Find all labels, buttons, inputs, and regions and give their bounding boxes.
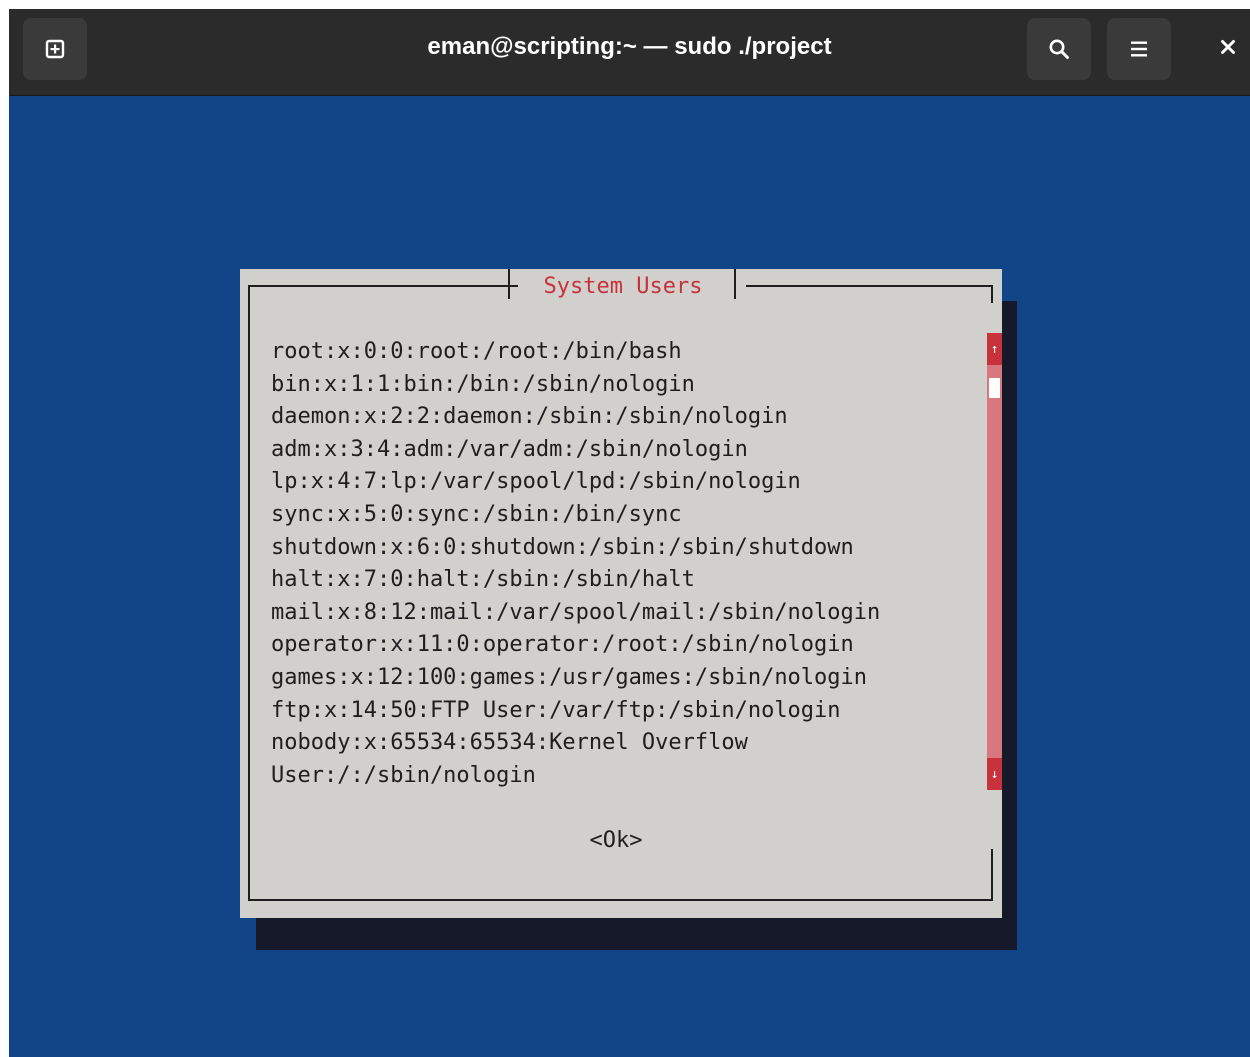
dialog-title: System Users [530, 274, 716, 299]
list-item: shutdown:x:6:0:shutdown:/sbin:/sbin/shut… [271, 534, 854, 560]
scroll-up-arrow-icon[interactable]: ↑ [987, 333, 1002, 365]
ok-button[interactable]: <Ok> [578, 826, 654, 856]
list-item: bin:x:1:1:bin:/bin:/sbin/nologin [271, 371, 695, 397]
list-item: mail:x:8:12:mail:/var/spool/mail:/sbin/n… [271, 599, 881, 625]
hamburger-menu-icon [1129, 40, 1149, 58]
new-tab-icon [45, 39, 65, 59]
new-tab-button[interactable] [23, 18, 87, 80]
scroll-down-arrow-icon[interactable]: ↓ [987, 758, 1002, 790]
terminal-area[interactable]: System Users root:x:0:0:root:/root:/bin/… [9, 96, 1250, 1057]
close-button[interactable] [1210, 31, 1246, 67]
search-icon [1048, 38, 1070, 60]
list-item: User:/:/sbin/nologin [271, 762, 536, 788]
list-item: adm:x:3:4:adm:/var/adm:/sbin/nologin [271, 436, 748, 462]
list-item: nobody:x:65534:65534:Kernel Overflow [271, 730, 748, 756]
list-item: halt:x:7:0:halt:/sbin:/sbin/halt [271, 567, 695, 593]
system-users-dialog: System Users root:x:0:0:root:/root:/bin/… [240, 269, 1002, 918]
list-item: sync:x:5:0:sync:/sbin:/bin/sync [271, 501, 682, 527]
scrollbar-thumb[interactable] [989, 378, 1000, 398]
list-scrollbar[interactable]: ↑ ↓ [987, 333, 1002, 790]
title-bar: eman@scripting:~ — sudo ./project [9, 9, 1250, 96]
list-item: ftp:x:14:50:FTP User:/var/ftp:/sbin/nolo… [271, 697, 841, 723]
title-left-tick [508, 269, 510, 299]
list-item: games:x:12:100:games:/usr/games:/sbin/no… [271, 664, 868, 690]
list-item: daemon:x:2:2:daemon:/sbin:/sbin/nologin [271, 404, 788, 430]
list-item: operator:x:11:0:operator:/root:/sbin/nol… [271, 632, 854, 658]
list-item: root:x:0:0:root:/root:/bin/bash [271, 339, 682, 364]
list-item: lp:x:4:7:lp:/var/spool/lpd:/sbin/nologin [271, 469, 801, 495]
terminal-window: eman@scripting:~ — sudo ./project System… [9, 9, 1250, 1057]
title-right-tick [734, 269, 736, 299]
menu-button[interactable] [1107, 18, 1171, 80]
users-list: root:x:0:0:root:/root:/bin/bash bin:x:1:… [271, 336, 983, 796]
close-icon [1220, 39, 1236, 60]
search-button[interactable] [1027, 18, 1091, 80]
